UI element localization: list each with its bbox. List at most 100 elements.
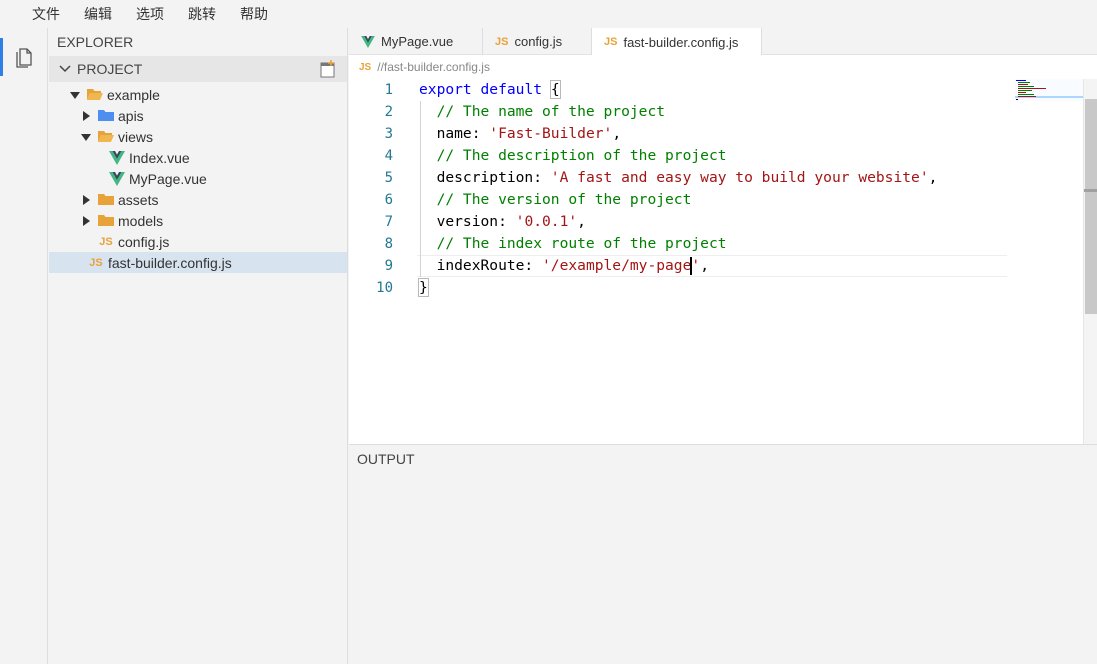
code-line-comment: // The index route of the project	[419, 235, 727, 252]
scrollbar-thumb[interactable]	[1085, 99, 1097, 314]
property-key: description:	[419, 169, 551, 186]
menu-item-edit[interactable]: 编辑	[84, 4, 112, 24]
string-quote: '	[691, 257, 701, 274]
line-number: 8	[384, 236, 393, 252]
tree-item-label: example	[107, 86, 160, 103]
line-number: 10	[376, 280, 393, 296]
tree-item-mypage-vue[interactable]: MyPage.vue	[49, 168, 347, 189]
folder-icon	[98, 109, 114, 123]
tree-item-label: apis	[118, 107, 144, 124]
line-number: 5	[384, 170, 393, 186]
open-brace: {	[549, 80, 561, 99]
punctuation: ,	[577, 213, 586, 230]
close-brace: }	[418, 278, 429, 297]
scrollbar-cursor-marker	[1084, 189, 1097, 192]
js-icon: JS	[495, 35, 509, 48]
caret-right-icon	[80, 215, 92, 227]
punctuation: ,	[928, 169, 938, 186]
folder-icon	[98, 193, 114, 207]
output-panel[interactable]	[349, 472, 1097, 664]
line-number: 3	[384, 126, 393, 142]
line-number: 9	[384, 258, 393, 274]
tree-item-label: config.js	[118, 233, 170, 250]
line-number: 4	[384, 148, 393, 164]
code-line: }	[418, 277, 937, 299]
caret-down-icon	[69, 89, 81, 101]
code-line-comment: // The name of the project	[419, 103, 666, 120]
tab-label: fast-builder.config.js	[623, 34, 739, 50]
tree-item-views[interactable]: views	[49, 126, 347, 147]
minimap[interactable]	[1015, 79, 1085, 103]
punctuation: ,	[612, 125, 622, 142]
js-icon: JS	[604, 36, 618, 48]
tree-item-label: models	[118, 212, 164, 229]
code-line-comment: // The description of the project	[419, 147, 727, 164]
property-key: name:	[419, 125, 490, 142]
tree-item-label: views	[118, 128, 154, 145]
code-editor[interactable]: 1 2 3 4 5 6 7 8 9 10 export default { //…	[349, 79, 1097, 444]
vertical-scrollbar[interactable]	[1083, 79, 1097, 444]
file-tree: example apis views Index.vue MyPage.vue …	[49, 82, 347, 273]
punctuation: ,	[700, 257, 709, 274]
editor-tabs: MyPage.vue JS config.js JS fast-builder.…	[349, 28, 1097, 56]
breadcrumb: JS //fast-builder.config.js	[349, 55, 1097, 79]
folder-icon	[98, 214, 114, 228]
line-number: 1	[384, 82, 393, 98]
tree-item-config-js[interactable]: JS config.js	[49, 231, 347, 252]
property-key: version:	[419, 213, 516, 230]
tree-item-label: MyPage.vue	[129, 170, 207, 187]
tree-item-apis[interactable]: apis	[49, 105, 347, 126]
caret-down-icon	[80, 131, 92, 143]
menu-item-file[interactable]: 文件	[32, 4, 60, 24]
activity-bar	[0, 28, 48, 664]
sidebar-title: EXPLORER	[57, 34, 134, 50]
string-value: '/example/my-page	[542, 257, 692, 274]
js-icon: JS	[89, 256, 103, 269]
new-file-icon[interactable]	[319, 60, 337, 78]
tab-label: config.js	[514, 34, 563, 49]
js-icon: JS	[359, 61, 372, 73]
tab-fast-builder-config-js[interactable]: JS fast-builder.config.js	[592, 28, 762, 56]
explorer-sidebar: EXPLORER PROJECT example apis views Inde…	[49, 28, 348, 664]
project-section-header[interactable]: PROJECT	[49, 56, 347, 82]
tab-label: MyPage.vue	[381, 34, 454, 49]
code-line: description: 'A fast and easy way to bui…	[419, 167, 938, 189]
caret-right-icon	[80, 110, 92, 122]
menu-item-help[interactable]: 帮助	[240, 4, 268, 24]
tab-config-js[interactable]: JS config.js	[483, 28, 592, 55]
chevron-down-icon	[59, 65, 71, 73]
line-number: 2	[384, 104, 393, 120]
property-key: indexRoute:	[419, 257, 543, 274]
files-icon	[16, 48, 32, 68]
folder-open-icon	[87, 88, 103, 102]
explorer-activity-button[interactable]	[0, 38, 48, 76]
output-panel-header: OUTPUT	[349, 444, 1097, 472]
tree-item-fast-builder-config-js[interactable]: JS fast-builder.config.js	[49, 252, 347, 273]
caret-right-icon	[80, 194, 92, 206]
code-line: name: 'Fast-Builder',	[419, 123, 937, 145]
keyword: default	[480, 81, 543, 98]
tree-item-assets[interactable]: assets	[49, 189, 347, 210]
menu-item-goto[interactable]: 跳转	[188, 4, 216, 24]
tab-mypage-vue[interactable]: MyPage.vue	[349, 28, 483, 55]
vue-icon	[109, 150, 125, 165]
vue-icon	[109, 171, 125, 186]
tree-item-label: Index.vue	[129, 149, 190, 166]
tree-item-example[interactable]: example	[49, 84, 347, 105]
code-line: version: '0.0.1',	[419, 211, 937, 233]
string-value: 'Fast-Builder'	[489, 125, 613, 142]
vue-icon	[361, 35, 375, 48]
menu-item-options[interactable]: 选项	[136, 4, 164, 24]
tree-item-index-vue[interactable]: Index.vue	[49, 147, 347, 168]
js-icon: JS	[99, 235, 113, 248]
line-number-gutter: 1 2 3 4 5 6 7 8 9 10	[349, 79, 399, 299]
code-line-current: indexRoute: '/example/my-page',	[419, 255, 937, 277]
project-section-label: PROJECT	[77, 61, 143, 77]
code-content[interactable]: export default { // The name of the proj…	[418, 79, 938, 299]
output-title: OUTPUT	[357, 450, 415, 467]
tree-item-models[interactable]: models	[49, 210, 347, 231]
code-line-comment: // The version of the project	[419, 191, 692, 208]
breadcrumb-path[interactable]: //fast-builder.config.js	[377, 60, 490, 74]
line-number: 7	[384, 214, 393, 230]
string-value: '0.0.1'	[515, 213, 578, 230]
